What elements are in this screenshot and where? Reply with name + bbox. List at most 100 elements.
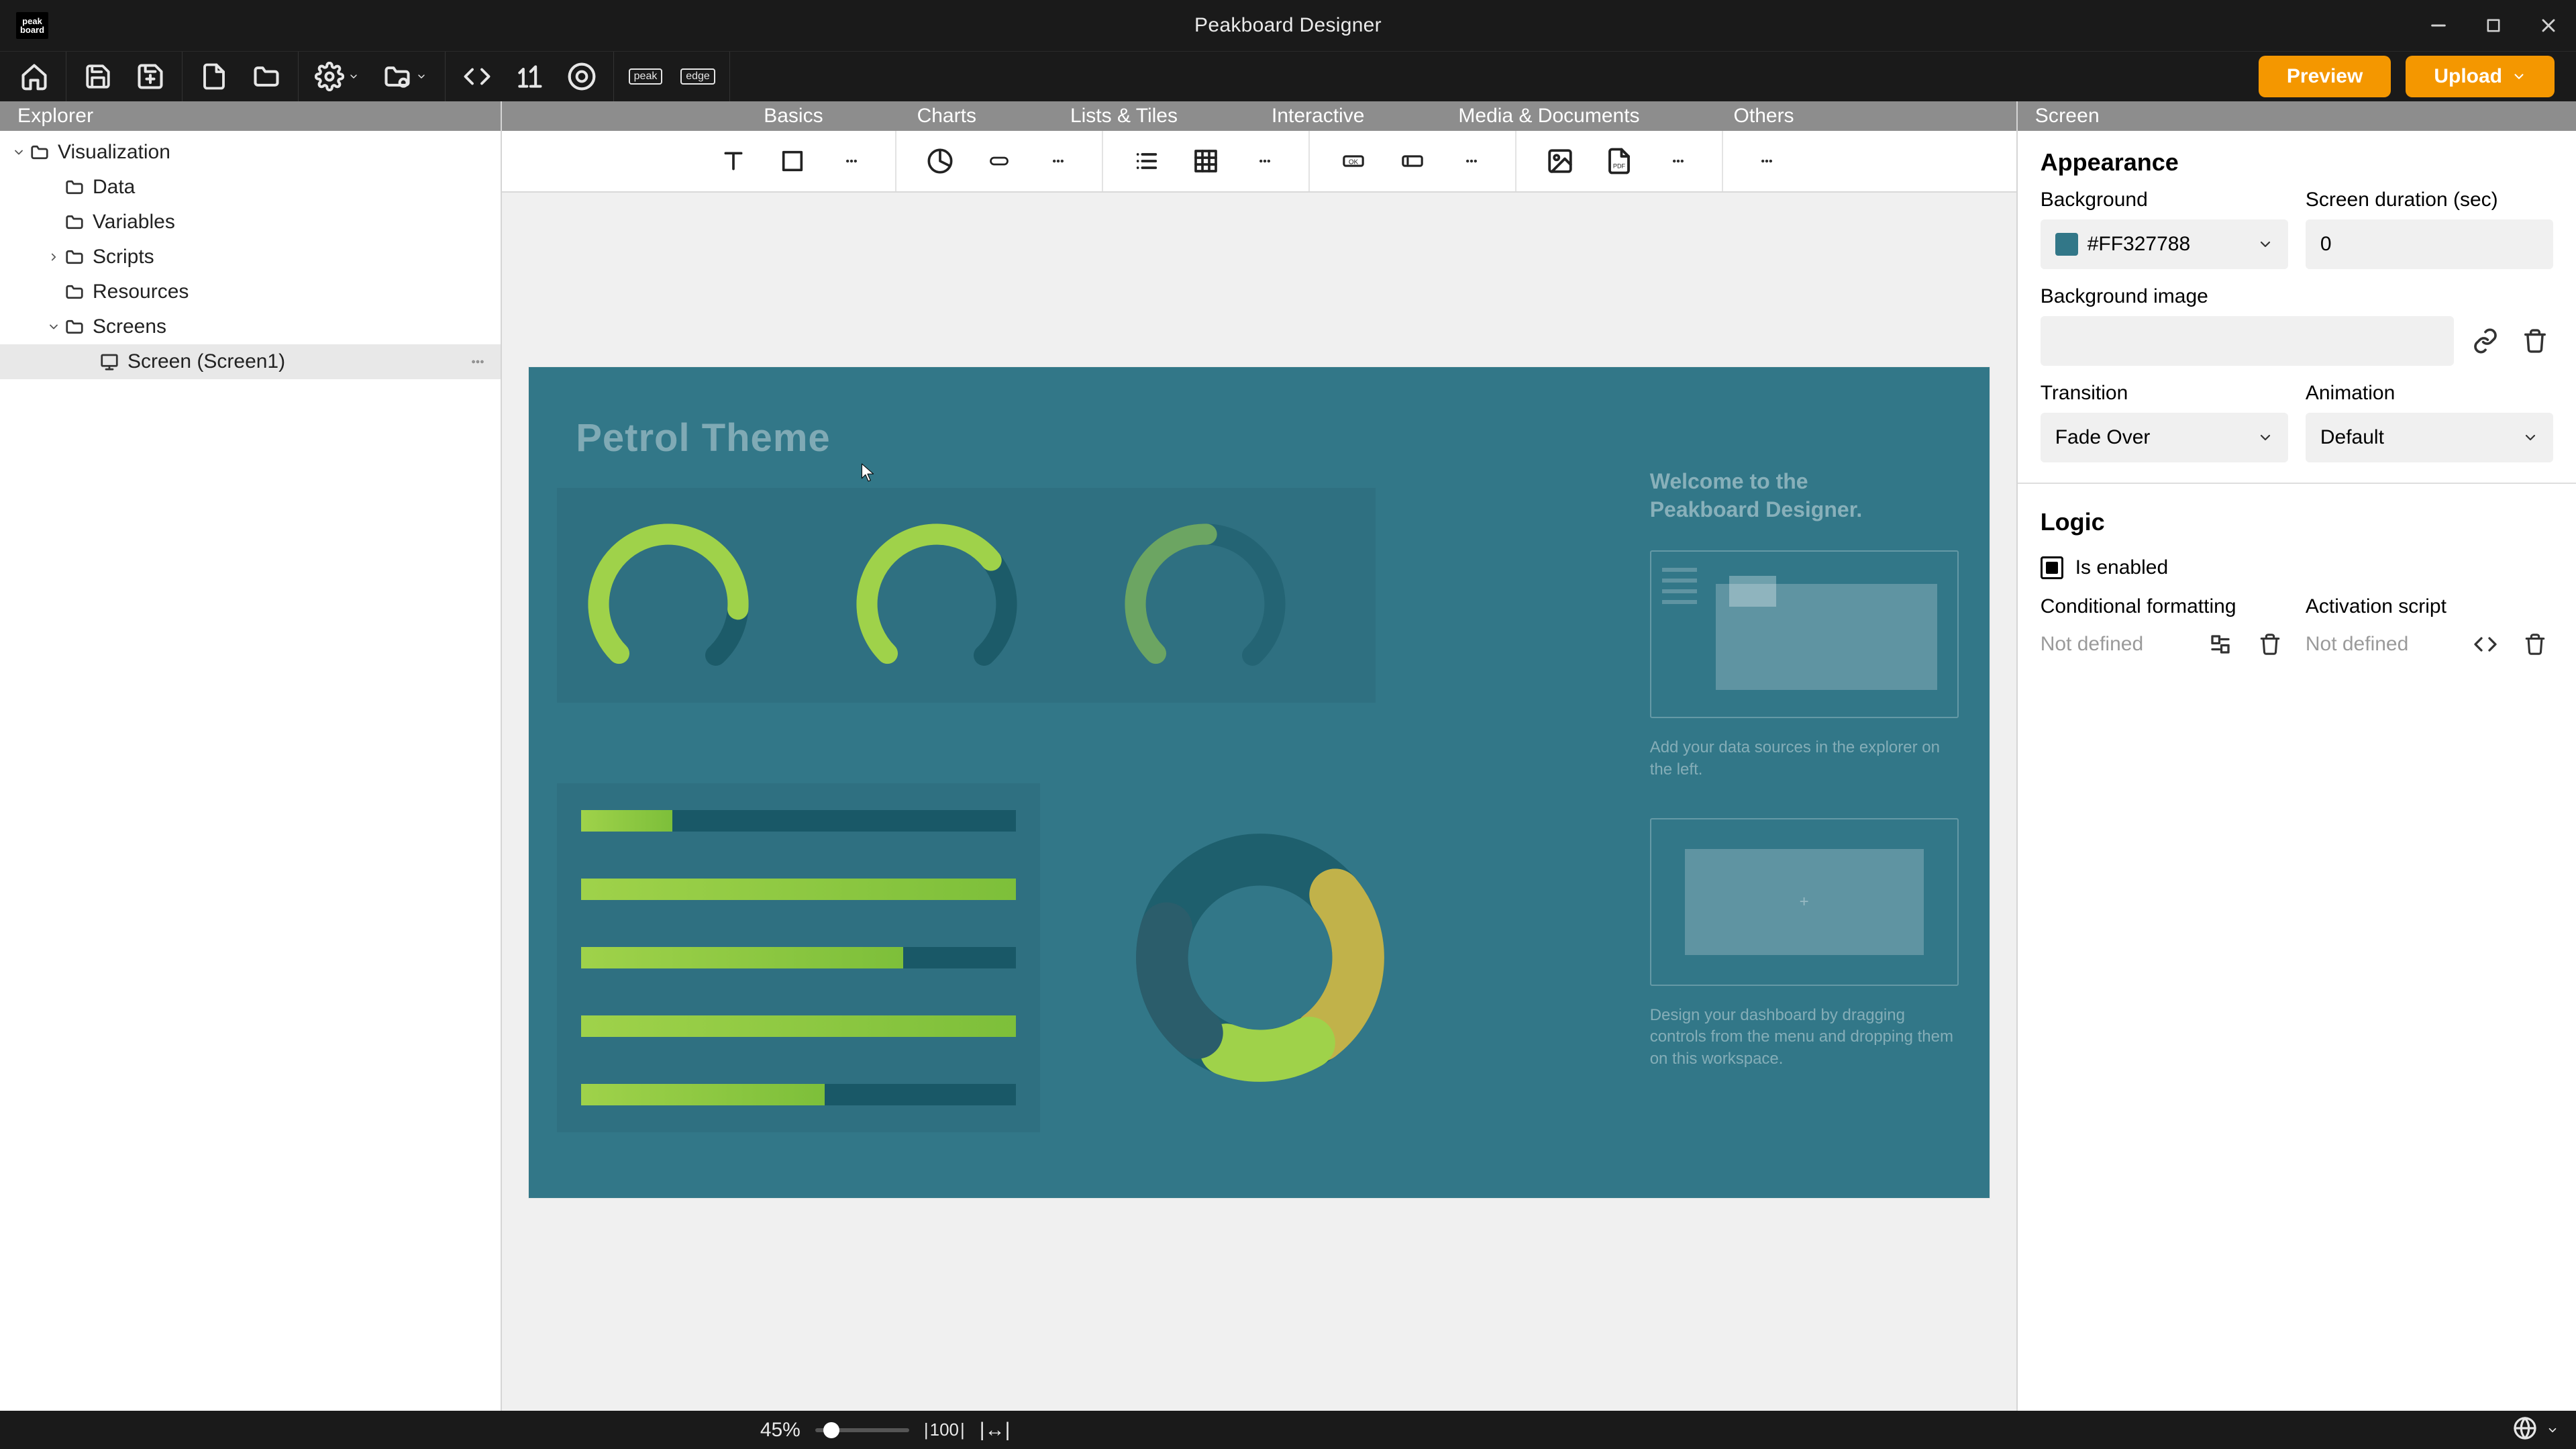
zoom-100-button[interactable]: |100| <box>924 1419 965 1440</box>
tree-data[interactable]: Data <box>0 170 501 205</box>
rect-control-icon[interactable] <box>776 144 809 178</box>
gauge <box>581 508 756 683</box>
chevron-down-icon <box>2257 430 2273 446</box>
more-media-icon[interactable] <box>1661 144 1695 178</box>
button-control-icon[interactable]: OK <box>1337 144 1370 178</box>
is-enabled-label: Is enabled <box>2075 556 2168 579</box>
tree-label: Resources <box>93 281 189 303</box>
bars-panel <box>557 783 1040 1132</box>
peak-runtime-button[interactable]: peak <box>629 60 662 93</box>
minimize-button[interactable] <box>2424 11 2453 40</box>
home-button[interactable] <box>17 60 51 93</box>
screen-canvas[interactable]: Petrol Theme <box>529 367 1989 1198</box>
tree-screen1[interactable]: Screen (Screen1) <box>0 344 501 379</box>
tree-row-more-icon[interactable] <box>466 354 490 369</box>
upload-button[interactable]: Upload <box>2406 56 2555 97</box>
animation-select[interactable]: Default <box>2306 413 2553 462</box>
folder-icon <box>63 317 86 337</box>
more-interactive-icon[interactable] <box>1455 144 1488 178</box>
pie-chart-icon[interactable] <box>923 144 957 178</box>
tree-scripts[interactable]: Scripts <box>0 240 501 274</box>
cond-fmt-label: Conditional formatting <box>2041 595 2288 618</box>
svg-text:OK: OK <box>1349 158 1359 166</box>
image-control-icon[interactable] <box>1543 144 1577 178</box>
undo-button[interactable] <box>63 12 90 39</box>
tree-label: Data <box>93 176 135 199</box>
new-file-button[interactable] <box>197 60 231 93</box>
screen-icon <box>98 352 121 372</box>
folder-icon <box>63 247 86 267</box>
maximize-button[interactable] <box>2479 11 2508 40</box>
tree-visualization[interactable]: Visualization <box>0 135 501 170</box>
explorer-header: Explorer <box>0 101 501 131</box>
chevron-down-icon <box>2522 430 2538 446</box>
text-control-icon[interactable] <box>717 144 750 178</box>
bg-image-input[interactable] <box>2041 316 2454 366</box>
explorer-panel: Explorer Visualization Data Variables Sc… <box>0 101 502 1411</box>
tree-label: Screens <box>93 315 166 338</box>
trash-icon[interactable] <box>2517 626 2553 662</box>
fonts-button[interactable] <box>513 60 546 93</box>
zoom-slider[interactable] <box>815 1428 909 1432</box>
redo-button[interactable] <box>90 12 117 39</box>
folder-icon <box>63 212 86 232</box>
language-button[interactable] <box>2513 1416 2537 1444</box>
edit-script-icon[interactable] <box>2467 626 2504 662</box>
more-lists-icon[interactable] <box>1248 144 1282 178</box>
more-basics-icon[interactable] <box>835 144 868 178</box>
more-others-icon[interactable] <box>1750 144 1784 178</box>
theme-title: Petrol Theme <box>576 415 830 460</box>
trash-icon[interactable] <box>2252 626 2288 662</box>
settings-button[interactable] <box>313 60 360 93</box>
input-control-icon[interactable] <box>1396 144 1429 178</box>
pdf-control-icon[interactable]: PDF <box>1602 144 1636 178</box>
preview-button[interactable]: Preview <box>2259 56 2391 97</box>
is-enabled-checkbox[interactable] <box>2041 556 2063 579</box>
background-select[interactable]: #FF327788 <box>2041 219 2288 269</box>
gauge-icon[interactable] <box>982 144 1016 178</box>
more-charts-icon[interactable] <box>1041 144 1075 178</box>
bar <box>581 1015 1016 1037</box>
canvas-workspace[interactable]: Petrol Theme <box>502 193 2016 1411</box>
tree-resources[interactable]: Resources <box>0 274 501 309</box>
tab-others[interactable]: Others <box>1687 101 1841 131</box>
open-file-button[interactable] <box>250 60 283 93</box>
tip-text: Design your dashboard by dragging contro… <box>1650 1005 1959 1070</box>
background-label: Background <box>2041 189 2288 211</box>
folder-icon <box>63 177 86 197</box>
tree-screens[interactable]: Screens <box>0 309 501 344</box>
mouse-cursor-icon <box>860 462 875 483</box>
tree-variables[interactable]: Variables <box>0 205 501 240</box>
tab-lists[interactable]: Lists & Tiles <box>1023 101 1225 131</box>
cond-fmt-value: Not defined <box>2041 633 2143 656</box>
status-bar: 45% |100| |↔| <box>0 1411 2576 1449</box>
table-icon[interactable] <box>1189 144 1223 178</box>
info-card <box>1650 550 1959 718</box>
edge-runtime-button[interactable]: edge <box>681 60 715 93</box>
duration-input[interactable] <box>2306 219 2553 269</box>
save-button[interactable] <box>81 60 115 93</box>
chevron-down-icon <box>2257 236 2273 252</box>
folder-settings-button[interactable] <box>379 60 430 93</box>
script-editor-button[interactable] <box>460 60 494 93</box>
folder-icon <box>28 142 51 162</box>
transition-select[interactable]: Fade Over <box>2041 413 2288 462</box>
tab-interactive[interactable]: Interactive <box>1225 101 1411 131</box>
animation-label: Animation <box>2306 382 2553 405</box>
fit-width-button[interactable]: |↔| <box>980 1419 1011 1442</box>
tab-media[interactable]: Media & Documents <box>1411 101 1686 131</box>
inspector-header: Screen <box>2018 101 2576 131</box>
link-icon[interactable] <box>2467 323 2504 359</box>
list-icon[interactable] <box>1130 144 1164 178</box>
bar <box>581 879 1016 900</box>
tab-basics[interactable]: Basics <box>717 101 870 131</box>
close-button[interactable] <box>2534 11 2563 40</box>
transition-label: Transition <box>2041 382 2288 405</box>
edit-cond-fmt-icon[interactable] <box>2202 626 2238 662</box>
resources-button[interactable] <box>565 60 599 93</box>
inspector-panel: Screen Appearance Background #FF327788 S… <box>2016 101 2576 1411</box>
save-as-button[interactable] <box>134 60 167 93</box>
trash-icon[interactable] <box>2517 323 2553 359</box>
tab-charts[interactable]: Charts <box>870 101 1023 131</box>
appearance-heading: Appearance <box>2018 131 2576 189</box>
